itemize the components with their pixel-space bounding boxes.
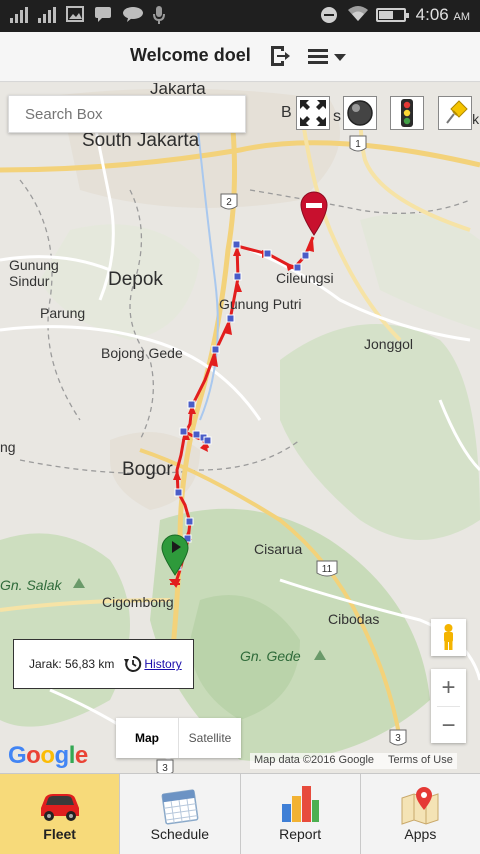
logout-icon [271,46,290,66]
fullscreen-icon [300,100,326,126]
map-label-cigombong: Cigombong [102,594,174,610]
image-icon [66,6,84,24]
pushpin-icon [446,100,468,124]
tab-fleet[interactable]: Fleet [0,774,121,854]
car-icon [40,794,79,821]
history-icon [124,655,142,672]
pegman-icon [444,624,453,650]
fullscreen-button[interactable] [296,96,330,130]
map-label-b: B [281,104,292,121]
page-title: Welcome doel [130,45,251,65]
search-input[interactable] [8,95,246,133]
chat-icon [122,6,143,24]
zoom-in-button[interactable]: + [431,669,466,706]
tab-report-label: Report [279,826,322,842]
map-label-cisarua: Cisarua [254,541,303,557]
map-label-depok: Depok [108,269,163,290]
street-view-button[interactable] [431,619,466,656]
gps-icon [347,100,373,126]
route-shield-1: 1 [349,135,367,152]
logout-button[interactable] [268,44,292,68]
svg-text:2: 2 [226,197,232,208]
map-label-gunung-sindur: Gunung Sindur [9,257,59,289]
calendar-icon [161,789,199,825]
traffic-light-icon [401,99,413,127]
app-header: Welcome doel [0,32,480,82]
tab-schedule[interactable]: Schedule [120,774,241,854]
map-label-gn-gede: Gn. Gede [240,648,301,664]
status-time: 4:06 AM [415,5,470,24]
wifi-icon [347,6,368,24]
route-shield-3b: 3 [156,759,174,773]
menu-button[interactable] [308,47,354,67]
map-label-bogor: Bogor [122,459,173,480]
distance-panel: Jarak: 56,83 km History [13,639,194,689]
map-label-ng: ng [0,439,16,455]
route-shield-2: 2 [220,193,238,210]
map-pin-icon [401,787,439,825]
tab-report[interactable]: Report [241,774,361,854]
history-link[interactable]: History [144,657,181,671]
pin-button[interactable] [438,96,472,130]
svg-text:3: 3 [395,733,401,744]
distance-text: Jarak: 56,83 km [29,657,115,671]
google-logo: Google [8,742,88,769]
map-label-gunung-putri: Gunung Putri [219,296,302,312]
map-label-south-jakarta: South Jakarta [82,130,200,151]
map-label-parung: Parung [40,305,86,321]
chevron-down-icon [334,53,346,61]
map-attribution: Map data ©2016 Google Terms of Use [250,753,457,769]
mic-icon [150,6,168,24]
hamburger-icon [308,49,328,65]
tab-apps-label: Apps [404,826,437,842]
map-data-credit: Map data ©2016 Google [254,754,375,766]
end-marker[interactable] [300,191,328,236]
terms-of-use-link[interactable]: Terms of Use [388,754,453,768]
map-label-bojong-gede: Bojong Gede [101,345,183,361]
map-label-gn-salak: Gn. Salak [0,577,62,593]
message-icon [94,6,112,24]
bottom-tab-bar: Fleet Schedule Report Apps [0,773,480,854]
route-shield-11: 11 [316,560,338,577]
tab-apps[interactable]: Apps [361,774,480,854]
svg-text:11: 11 [322,564,333,575]
map-label-cileungsi: Cileungsi [276,270,334,286]
tab-schedule-label: Schedule [150,826,210,842]
zoom-out-button[interactable]: − [431,707,466,744]
map-label-cibodas: Cibodas [328,611,380,627]
signal-icon [10,7,28,23]
map-label-s: s [333,108,341,125]
map-type-map-button[interactable]: Map [116,718,178,758]
svg-text:1: 1 [355,139,361,150]
status-bar: 4:06 AM [0,0,480,32]
svg-text:3: 3 [162,763,168,773]
bar-chart-icon [282,786,320,822]
map-type-satellite-button[interactable]: Satellite [178,718,241,758]
tab-fleet-label: Fleet [43,826,76,842]
signal-icon [38,7,56,23]
zoom-control: + − [431,669,466,743]
dnd-icon [320,6,338,24]
traffic-button[interactable] [390,96,424,130]
map-type-control: Map Satellite [116,718,241,758]
gps-button[interactable] [343,96,377,130]
battery-icon [375,8,409,22]
route-shield-3: 3 [389,729,407,746]
map-label-jonggol: Jonggol [364,336,414,352]
